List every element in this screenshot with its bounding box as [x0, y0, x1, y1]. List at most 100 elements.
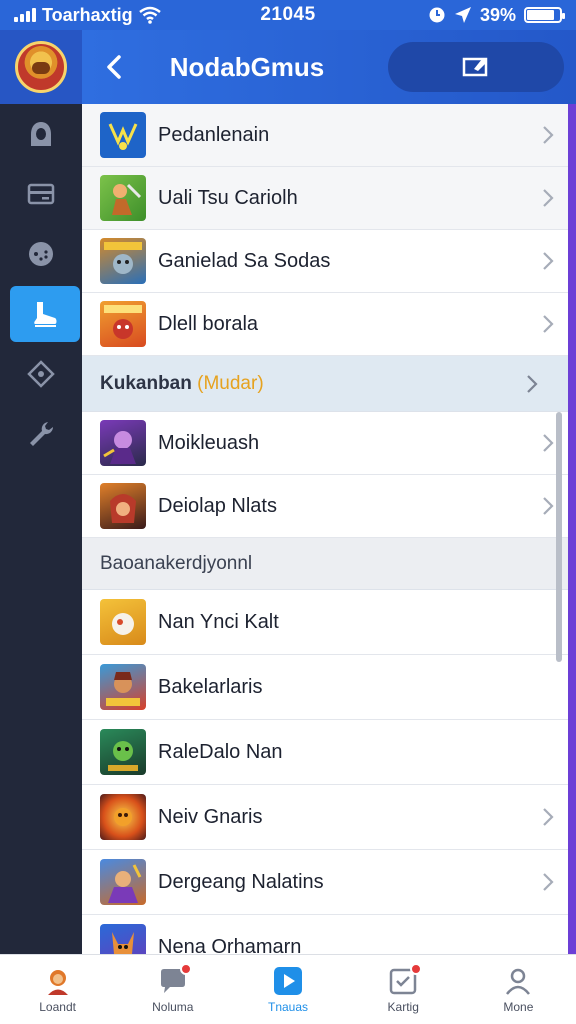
location-arrow-icon [454, 7, 471, 23]
app-screen: Toarhaxtig 21045 39% NodabGmus Pedanlena… [0, 0, 576, 1024]
game-thumbnail [100, 924, 146, 954]
signal-icon [14, 8, 36, 22]
profile-avatar[interactable] [15, 41, 67, 93]
status-left: Toarhaxtig [14, 5, 214, 26]
list-item-label: Pedanlenain [158, 123, 270, 146]
section-header[interactable]: Kukanban (Mudar) [82, 356, 568, 412]
section-title: Baoanakerdjyonnl [100, 552, 253, 574]
battery-percent: 39% [479, 4, 516, 25]
list-item-label: Uali Tsu Cariolh [158, 186, 298, 209]
list-item[interactable]: Deiolap Nlats [82, 475, 568, 538]
list-item-label: Neiv Gnaris [158, 805, 263, 828]
chat-bubble-icon [158, 962, 192, 996]
list-scrollbar[interactable] [556, 412, 562, 662]
status-time: 21045 [260, 4, 316, 25]
chevron-right-icon [528, 496, 568, 516]
chevron-right-icon [528, 188, 568, 208]
nav-tab-noluma[interactable]: Noluma [115, 955, 230, 1024]
list-item-label: Moikleuash [158, 431, 260, 454]
sidebar-item-puzzle[interactable] [0, 344, 82, 404]
header-action-button[interactable] [388, 42, 564, 92]
nav-tab-kartig[interactable]: Kartig [346, 955, 461, 1024]
list-item-label: Dlell borala [158, 312, 259, 335]
game-thumbnail [100, 301, 146, 347]
chevron-right-icon [528, 314, 568, 334]
list-item-label: RaleDalo Nan [158, 740, 283, 763]
chevron-right-icon [528, 251, 568, 271]
section-title: Kukanban (Mudar) [100, 373, 496, 395]
sidebar-item-hooded[interactable] [0, 104, 82, 164]
notification-badge [410, 962, 423, 975]
list-item[interactable]: Bakelarlaris [82, 655, 568, 720]
nav-tab-tnauas[interactable]: Tnauas [230, 955, 345, 1024]
list-item[interactable]: Neiv Gnaris [82, 785, 568, 850]
list-item[interactable]: Uali Tsu Cariolh [82, 167, 568, 230]
list-item[interactable]: Moikleuash [82, 412, 568, 475]
game-thumbnail [100, 238, 146, 284]
list-item[interactable]: Pedanlenain [82, 104, 568, 167]
sidebar-item-card[interactable] [0, 164, 82, 224]
list-item[interactable]: Ganielad Sa Sodas [82, 230, 568, 293]
game-thumbnail [100, 599, 146, 645]
play-icon [273, 966, 303, 996]
list-item-label: Dergeang Nalatins [158, 870, 324, 893]
nav-label: Noluma [152, 999, 194, 1014]
status-right: 39% [362, 4, 565, 26]
section-header: Baoanakerdjyonnl [82, 538, 568, 590]
chevron-right-icon [528, 433, 568, 453]
sidebar-item-boot[interactable] [10, 286, 80, 342]
avatar-icon [43, 966, 73, 996]
carrier-name: Toarhaxtig [42, 4, 133, 25]
section-title-text: Kukanban [100, 372, 192, 394]
nav-label: Kartig [387, 999, 419, 1014]
game-list: Pedanlenain Uali Tsu Cariolh Ganielad Sa… [82, 104, 568, 954]
sidebar-item-wrench[interactable] [0, 404, 82, 464]
game-thumbnail [100, 420, 146, 466]
battery-fill [527, 10, 555, 20]
chevron-left-icon [107, 55, 121, 79]
page-edge-accent [568, 104, 576, 954]
sidebar-item-gamepad[interactable] [0, 224, 82, 284]
nav-label: Tnauas [267, 999, 309, 1014]
nav-label: Mone [503, 999, 534, 1014]
back-button[interactable] [82, 30, 146, 104]
chevron-right-icon [528, 872, 568, 892]
nav-label: Loandt [39, 999, 76, 1014]
wrench-icon [30, 422, 54, 446]
list-item[interactable]: Nan Ynci Kalt [82, 590, 568, 655]
chevron-right-icon [528, 807, 568, 827]
page-title: NodabGmus [169, 51, 325, 82]
list-item-label: Nena Orhamarn [158, 935, 302, 955]
checklist-icon [388, 962, 423, 996]
list-item[interactable]: RaleDalo Nan [82, 720, 568, 785]
list-item[interactable]: Dergeang Nalatins [82, 850, 568, 915]
list-item-label: Bakelarlaris [158, 675, 263, 698]
sidebar [0, 30, 82, 954]
chevron-right-icon [528, 125, 568, 145]
list-item-label: Deiolap Nlats [158, 494, 277, 517]
person-icon [503, 966, 533, 996]
hooded-figure-icon [31, 122, 51, 146]
notification-badge [179, 962, 192, 975]
battery-icon [524, 7, 565, 23]
game-thumbnail [100, 664, 146, 710]
app-header: NodabGmus [82, 30, 576, 104]
bottom-nav: Loandt Noluma Tnauas Kartig Mone [0, 954, 576, 1024]
list-item[interactable]: Nena Orhamarn [82, 915, 568, 954]
gamepad-icon [29, 242, 53, 266]
sidebar-avatar-container [0, 30, 82, 104]
edit-square-icon [462, 57, 488, 77]
game-thumbnail [100, 794, 146, 840]
list-item[interactable]: Dlell borala [82, 293, 568, 356]
nav-tab-mone[interactable]: Mone [461, 955, 576, 1024]
card-icon [27, 183, 55, 205]
section-title-accent: (Mudar) [197, 372, 264, 394]
boot-icon [34, 302, 57, 327]
chevron-right-icon [496, 374, 568, 394]
status-bar: Toarhaxtig 21045 39% [0, 0, 576, 30]
alarm-icon [429, 7, 445, 23]
game-thumbnail [100, 859, 146, 905]
list-item-label: Ganielad Sa Sodas [158, 249, 331, 272]
nav-tab-loandt[interactable]: Loandt [0, 955, 115, 1024]
list-item-label: Nan Ynci Kalt [158, 610, 279, 633]
